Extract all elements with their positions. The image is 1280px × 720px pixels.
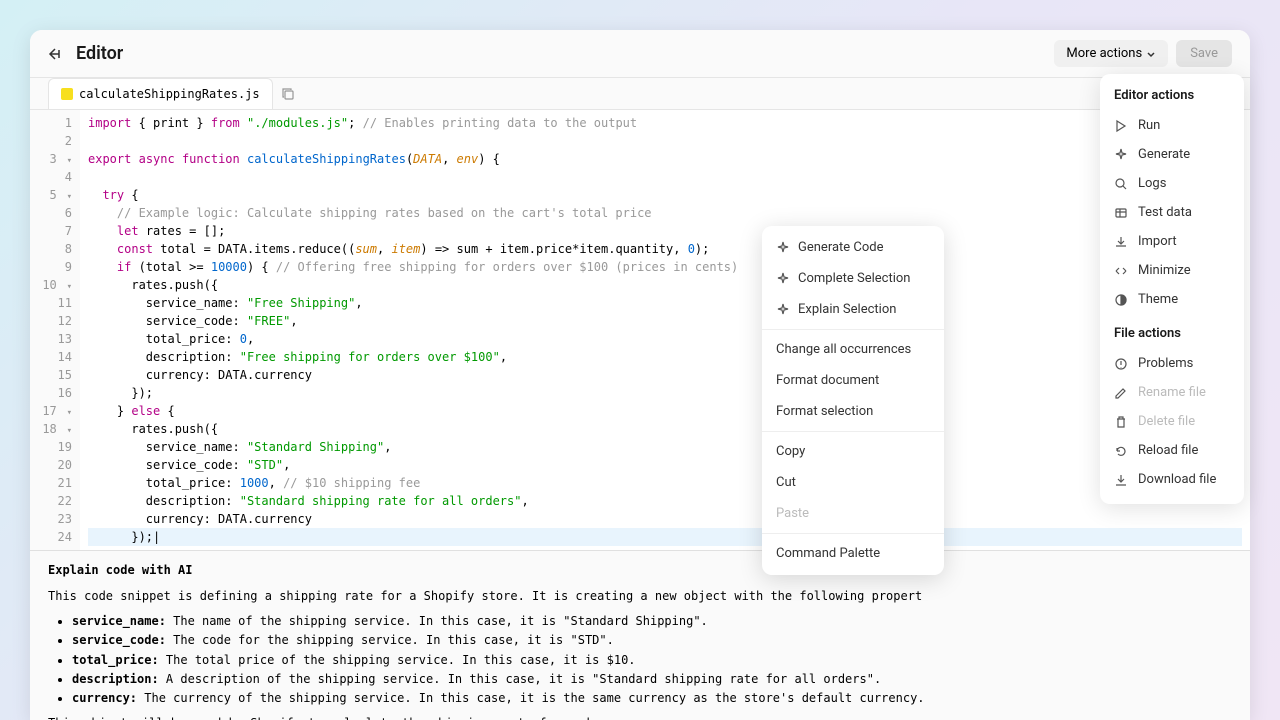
back-icon[interactable] xyxy=(48,46,64,62)
ctx-copy[interactable]: Copy xyxy=(762,436,944,467)
copy-icon[interactable] xyxy=(281,87,295,101)
generate-icon xyxy=(1114,148,1128,162)
action-reload-file[interactable]: Reload file xyxy=(1100,436,1244,465)
ai-bullet: description: A description of the shippi… xyxy=(72,670,1232,689)
action-logs[interactable]: Logs xyxy=(1100,169,1244,198)
ai-outro: This object will be used by Shopify to c… xyxy=(48,714,1232,720)
minimize-icon xyxy=(1114,264,1128,278)
header: Editor More actions Save xyxy=(30,30,1250,78)
js-icon xyxy=(61,88,73,100)
ctx-format-document[interactable]: Format document xyxy=(762,365,944,396)
delete-file-icon xyxy=(1114,415,1128,429)
ctx-change-all-occurrences[interactable]: Change all occurrences xyxy=(762,334,944,365)
ctx-explain-selection[interactable]: Explain Selection xyxy=(762,294,944,325)
tab-bar: calculateShippingRates.js xyxy=(30,78,1250,110)
file-tab[interactable]: calculateShippingRates.js xyxy=(48,78,273,109)
action-delete-file: Delete file xyxy=(1100,407,1244,436)
action-rename-file: Rename file xyxy=(1100,378,1244,407)
ctx-format-selection[interactable]: Format selection xyxy=(762,396,944,427)
action-minimize[interactable]: Minimize xyxy=(1100,256,1244,285)
header-left: Editor xyxy=(48,43,123,64)
ai-title: Explain code with AI xyxy=(48,563,1232,577)
reload-file-icon xyxy=(1114,444,1128,458)
ai-bullet: total_price: The total price of the ship… xyxy=(72,651,1232,670)
rename-file-icon xyxy=(1114,386,1128,400)
action-download-file[interactable]: Download file xyxy=(1100,465,1244,494)
problems-icon xyxy=(1114,357,1128,371)
separator xyxy=(762,329,944,330)
ai-intro: This code snippet is defining a shipping… xyxy=(48,587,1232,606)
gutter: 1 2 3 ▾4 5 ▾6 7 8 9 10 ▾11 12 13 14 15 1… xyxy=(30,110,80,550)
code-area-top[interactable]: 1 2 3 ▾4 5 ▾6 7 8 9 10 ▾11 12 13 14 15 1… xyxy=(30,110,1250,550)
ctx-generate-code[interactable]: Generate Code xyxy=(762,232,944,263)
save-button[interactable]: Save xyxy=(1176,40,1232,67)
ctx-paste: Paste xyxy=(762,498,944,529)
import-icon xyxy=(1114,235,1128,249)
ctx-complete-selection[interactable]: Complete Selection xyxy=(762,263,944,294)
ctx-command-palette[interactable]: Command Palette xyxy=(762,538,944,569)
ai-bullets: service_name: The name of the shipping s… xyxy=(72,612,1232,708)
context-menu: Generate CodeComplete SelectionExplain S… xyxy=(762,226,944,575)
ai-panel: Explain code with AI This code snippet i… xyxy=(30,550,1250,720)
theme-icon xyxy=(1114,293,1128,307)
action-problems[interactable]: Problems xyxy=(1100,349,1244,378)
ctx-cut[interactable]: Cut xyxy=(762,467,944,498)
editor-body: 1 2 3 ▾4 5 ▾6 7 8 9 10 ▾11 12 13 14 15 1… xyxy=(30,110,1250,720)
separator xyxy=(762,431,944,432)
action-run[interactable]: Run xyxy=(1100,111,1244,140)
ai-body: This code snippet is defining a shipping… xyxy=(48,587,1232,720)
chevron-down-icon xyxy=(1146,49,1156,59)
test data-icon xyxy=(1114,206,1128,220)
ai-bullet: service_name: The name of the shipping s… xyxy=(72,612,1232,631)
run-icon xyxy=(1114,119,1128,133)
header-right: More actions Save xyxy=(1054,40,1232,67)
tab-filename: calculateShippingRates.js xyxy=(79,87,260,101)
code-lines[interactable]: import { print } from "./modules.js"; //… xyxy=(80,110,1250,550)
action-import[interactable]: Import xyxy=(1100,227,1244,256)
action-test-data[interactable]: Test data xyxy=(1100,198,1244,227)
more-actions-label: More actions xyxy=(1066,46,1142,61)
logs-icon xyxy=(1114,177,1128,191)
ai-bullet: currency: The currency of the shipping s… xyxy=(72,689,1232,708)
download-file-icon xyxy=(1114,473,1128,487)
editor-actions-heading: Editor actions xyxy=(1100,84,1244,111)
ai-bullet: service_code: The code for the shipping … xyxy=(72,631,1232,650)
actions-panel: Editor actions RunGenerateLogsTest dataI… xyxy=(1100,74,1244,504)
file-actions-heading: File actions xyxy=(1100,322,1244,349)
action-generate[interactable]: Generate xyxy=(1100,140,1244,169)
separator xyxy=(762,533,944,534)
more-actions-button[interactable]: More actions xyxy=(1054,40,1168,67)
page-title: Editor xyxy=(76,43,123,64)
action-theme[interactable]: Theme xyxy=(1100,285,1244,314)
editor-window: Editor More actions Save calculateShippi… xyxy=(30,30,1250,720)
